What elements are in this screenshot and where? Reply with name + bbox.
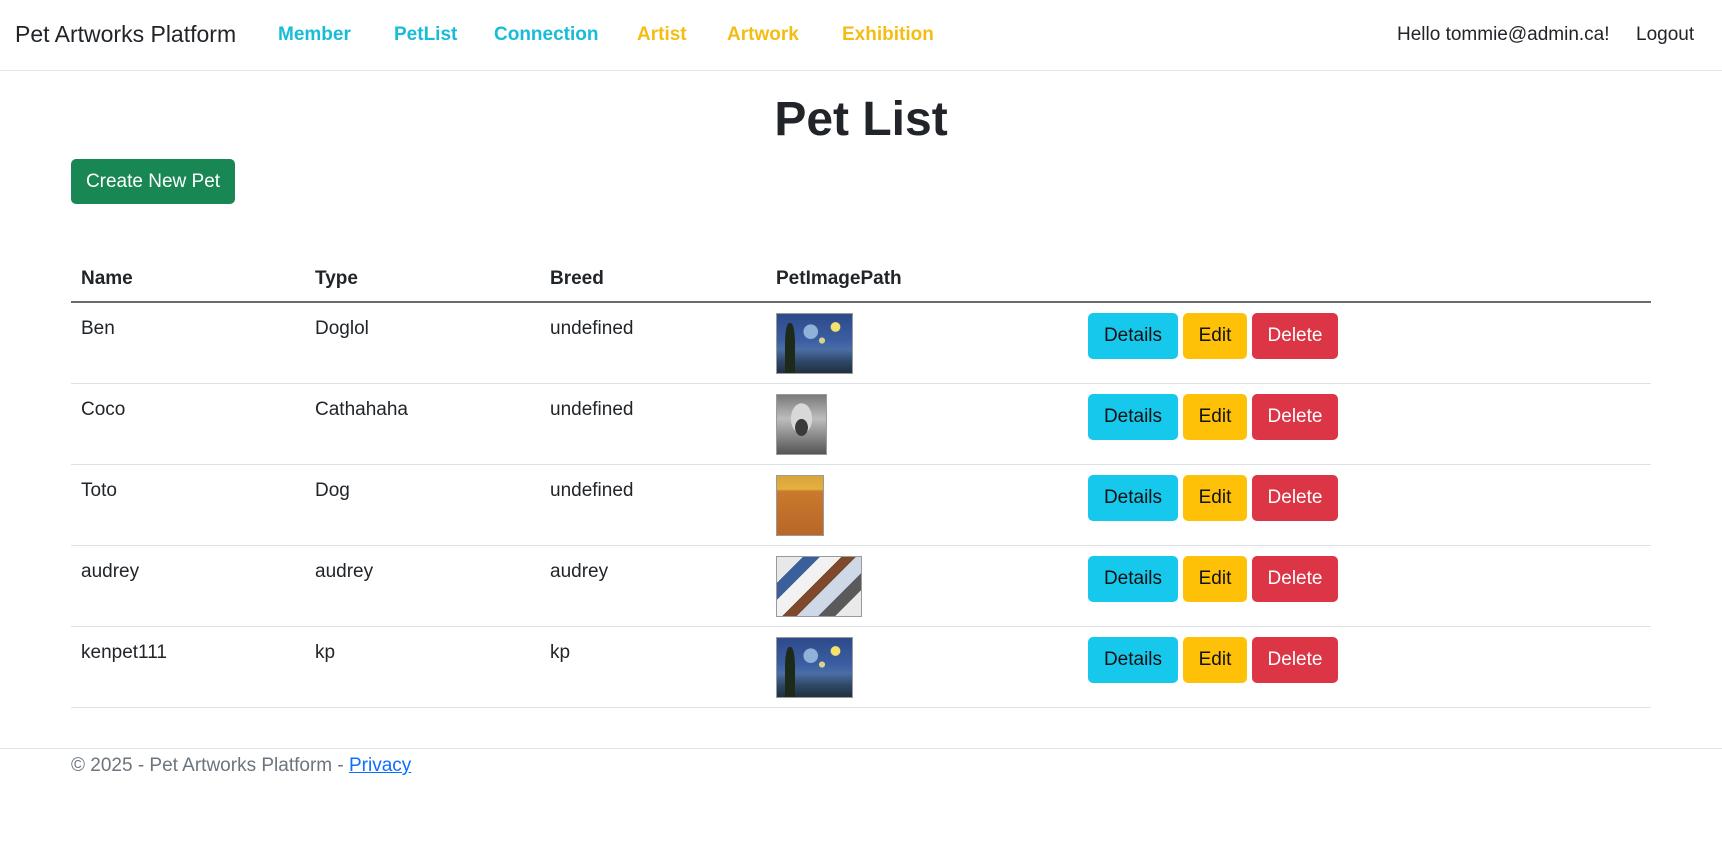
- page-title: Pet List: [774, 93, 948, 146]
- pet-table: Name Type Breed PetImagePath Ben Doglol …: [71, 260, 1651, 708]
- pet-name: Coco: [81, 399, 126, 420]
- pet-breed: kp: [550, 642, 571, 663]
- logout-button[interactable]: Logout: [1636, 24, 1694, 46]
- pet-name: Ben: [81, 318, 115, 339]
- pet-image: [776, 475, 824, 536]
- nav-artist[interactable]: Artist: [637, 24, 687, 46]
- details-button[interactable]: Details: [1088, 313, 1178, 359]
- header-type: Type: [315, 268, 358, 289]
- row-actions: Details Edit Delete: [1088, 637, 1338, 683]
- pet-image: [776, 637, 853, 698]
- privacy-link[interactable]: Privacy: [349, 755, 411, 776]
- delete-button[interactable]: Delete: [1252, 637, 1338, 683]
- table-row: Toto Dog undefined Details Edit Delete: [71, 465, 1651, 546]
- pet-breed: undefined: [550, 480, 634, 501]
- footer-text: © 2025 - Pet Artworks Platform - Privacy: [71, 755, 411, 777]
- pet-type: Cathahaha: [315, 399, 408, 420]
- pet-type: audrey: [315, 561, 374, 582]
- nav-petlist[interactable]: PetList: [394, 24, 457, 46]
- table-row: audrey audrey audrey Details Edit Delete: [71, 546, 1651, 627]
- pet-breed: undefined: [550, 399, 634, 420]
- row-actions: Details Edit Delete: [1088, 313, 1338, 359]
- brand-link[interactable]: Pet Artworks Platform: [15, 21, 236, 48]
- row-actions: Details Edit Delete: [1088, 556, 1338, 602]
- user-greeting[interactable]: Hello tommie@admin.ca!: [1397, 24, 1610, 46]
- table-row: Coco Cathahaha undefined Details Edit De…: [71, 384, 1651, 465]
- pet-image: [776, 313, 853, 374]
- header-pet-image-path: PetImagePath: [776, 268, 902, 289]
- delete-button[interactable]: Delete: [1252, 313, 1338, 359]
- details-button[interactable]: Details: [1088, 556, 1178, 602]
- details-button[interactable]: Details: [1088, 475, 1178, 521]
- pet-image: [776, 556, 862, 617]
- nav-member[interactable]: Member: [278, 24, 351, 46]
- pet-type: Dog: [315, 480, 350, 501]
- header-name: Name: [81, 268, 133, 289]
- pet-name: audrey: [81, 561, 140, 582]
- nav-artwork[interactable]: Artwork: [727, 24, 799, 46]
- pet-breed: undefined: [550, 318, 634, 339]
- row-actions: Details Edit Delete: [1088, 475, 1338, 521]
- create-new-pet-button[interactable]: Create New Pet: [71, 159, 235, 204]
- top-navbar: Pet Artworks Platform Member PetList Con…: [0, 0, 1722, 71]
- edit-button[interactable]: Edit: [1183, 637, 1247, 683]
- details-button[interactable]: Details: [1088, 394, 1178, 440]
- edit-button[interactable]: Edit: [1183, 394, 1247, 440]
- delete-button[interactable]: Delete: [1252, 556, 1338, 602]
- edit-button[interactable]: Edit: [1183, 475, 1247, 521]
- edit-button[interactable]: Edit: [1183, 556, 1247, 602]
- copyright-text: © 2025 - Pet Artworks Platform -: [71, 755, 349, 776]
- edit-button[interactable]: Edit: [1183, 313, 1247, 359]
- row-actions: Details Edit Delete: [1088, 394, 1338, 440]
- table-header: Name Type Breed PetImagePath: [71, 260, 1651, 303]
- pet-breed: audrey: [550, 561, 609, 582]
- footer: © 2025 - Pet Artworks Platform - Privacy: [0, 748, 1722, 776]
- details-button[interactable]: Details: [1088, 637, 1178, 683]
- pet-name: Toto: [81, 480, 117, 501]
- table-row: Ben Doglol undefined Details Edit Delete: [71, 303, 1651, 384]
- nav-connection[interactable]: Connection: [494, 24, 599, 46]
- pet-image: [776, 394, 827, 455]
- table-row: kenpet111 kp kp Details Edit Delete: [71, 627, 1651, 708]
- pet-type: Doglol: [315, 318, 369, 339]
- pet-type: kp: [315, 642, 336, 663]
- header-breed: Breed: [550, 268, 604, 289]
- nav-exhibition[interactable]: Exhibition: [842, 24, 934, 46]
- delete-button[interactable]: Delete: [1252, 475, 1338, 521]
- pet-name: kenpet111: [81, 642, 167, 663]
- delete-button[interactable]: Delete: [1252, 394, 1338, 440]
